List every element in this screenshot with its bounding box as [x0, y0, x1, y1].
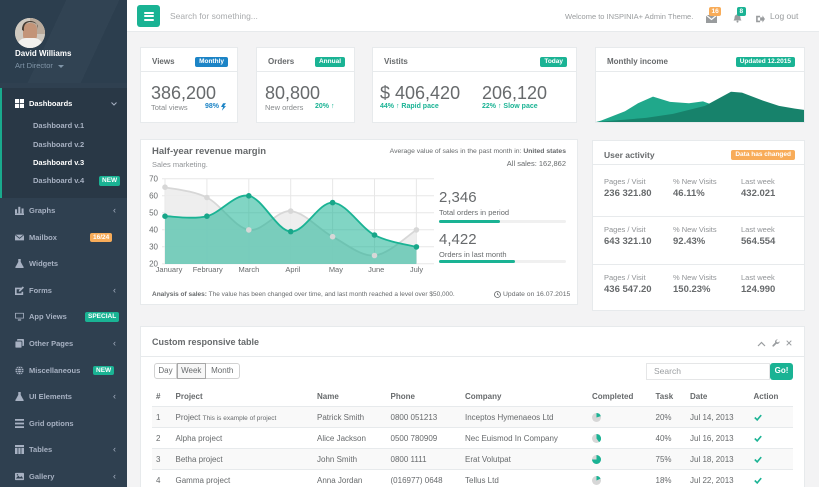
svg-text:January: January	[156, 265, 183, 274]
svg-text:June: June	[368, 265, 384, 274]
svg-text:30: 30	[149, 243, 158, 252]
svg-text:70: 70	[149, 175, 158, 184]
svg-text:April: April	[285, 265, 300, 274]
svg-text:May: May	[329, 265, 343, 274]
svg-text:60: 60	[149, 192, 158, 201]
svg-text:July: July	[410, 265, 424, 274]
svg-text:February: February	[193, 265, 223, 274]
svg-text:March: March	[238, 265, 259, 274]
svg-text:50: 50	[149, 209, 158, 218]
svg-text:40: 40	[149, 226, 158, 235]
